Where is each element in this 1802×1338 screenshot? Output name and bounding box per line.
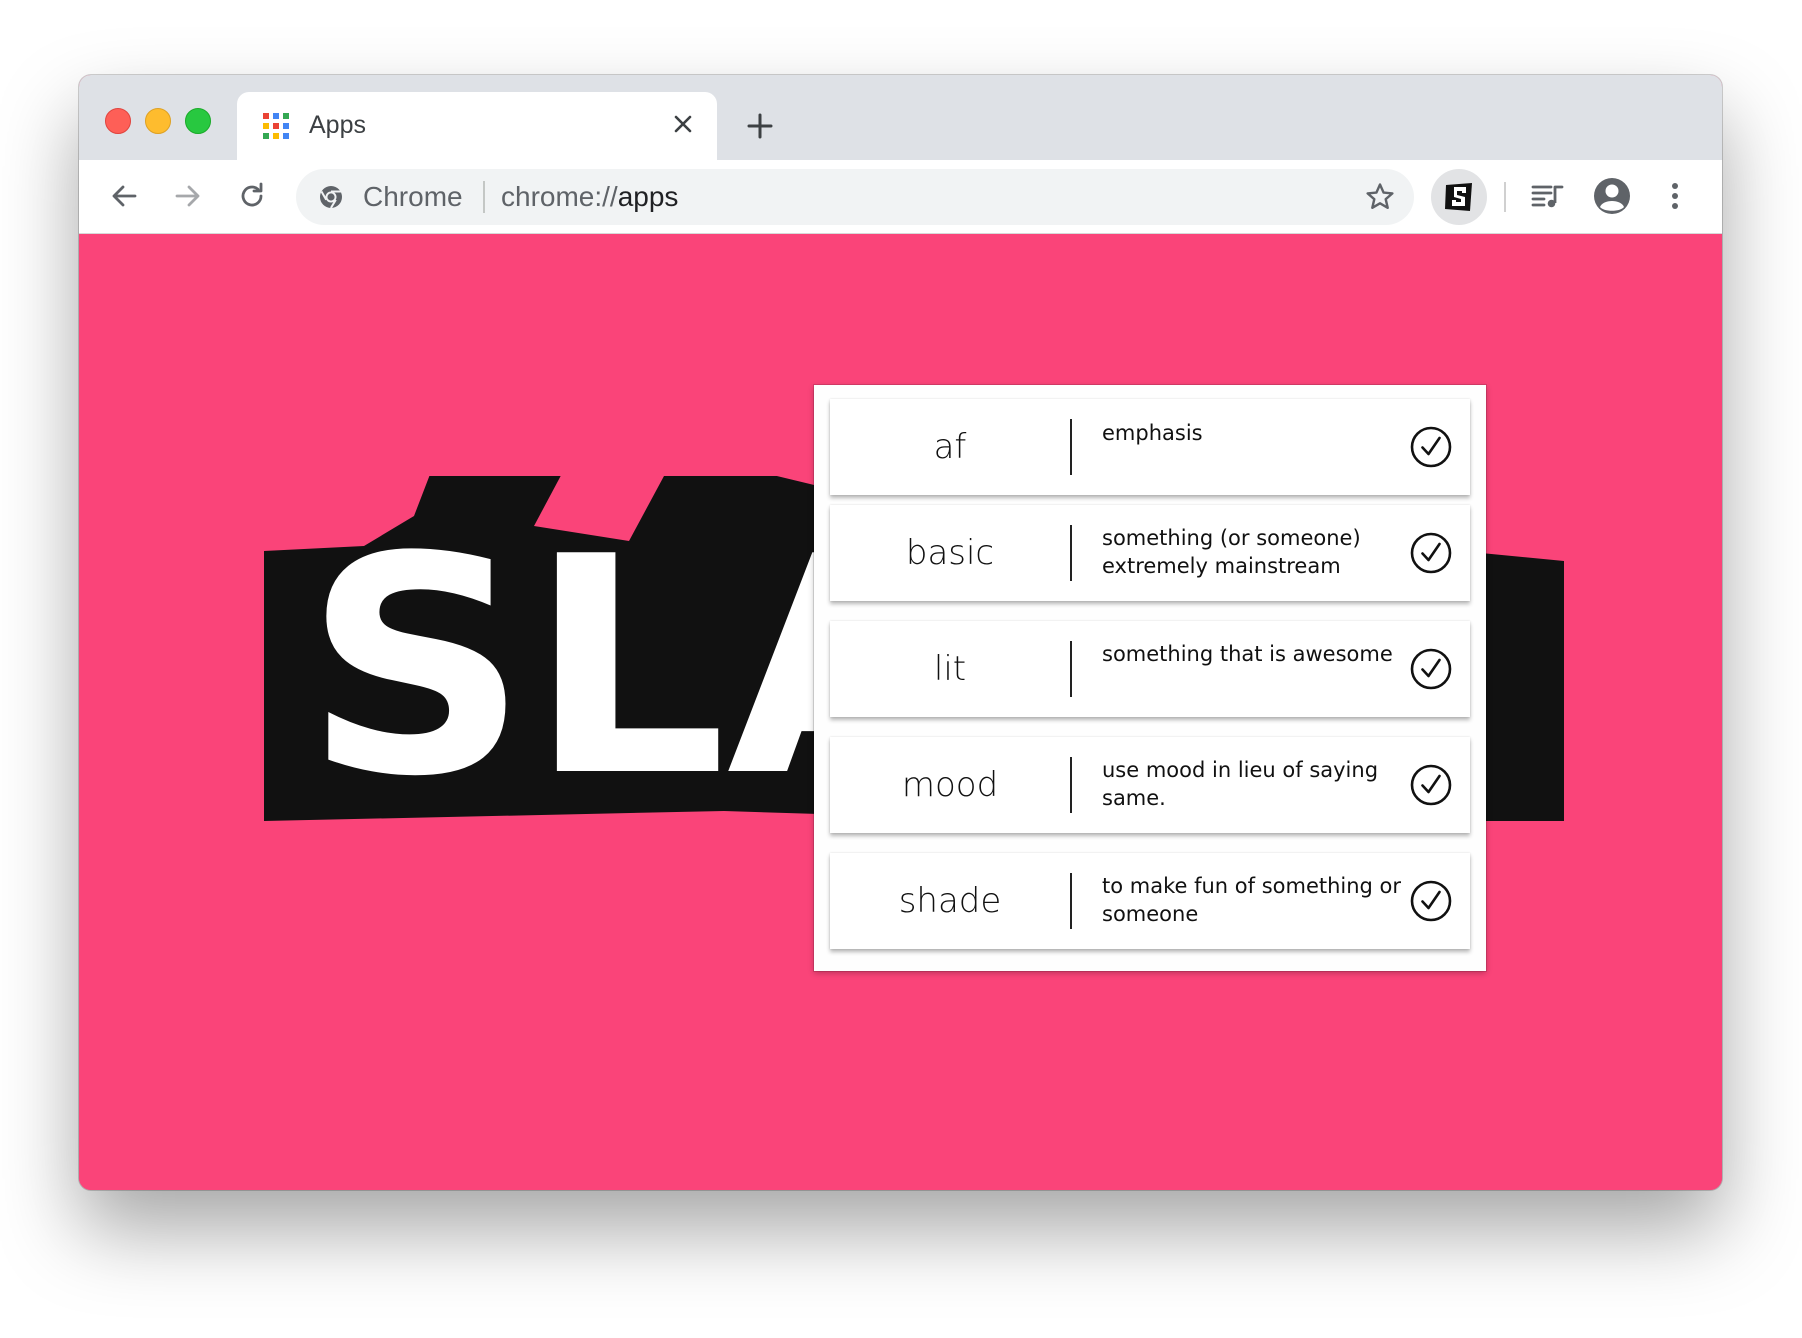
extension-popup: af emphasis basic something (or someone)… — [814, 385, 1486, 971]
new-tab-button[interactable] — [739, 105, 781, 147]
slang-definition: use mood in lieu of saying same. — [1102, 758, 1379, 810]
slang-definition: something (or someone) extremely mainstr… — [1102, 526, 1361, 578]
card-divider — [1070, 641, 1072, 697]
apps-grid-icon — [263, 113, 289, 139]
slang-extension-button[interactable] — [1431, 169, 1487, 225]
slang-word: basic — [905, 533, 995, 573]
favicon-dot — [263, 133, 269, 139]
check-circle-icon[interactable] — [1410, 764, 1452, 806]
minimize-window-button[interactable] — [145, 108, 171, 134]
toolbar-separator — [1504, 182, 1506, 212]
slang-card-lit[interactable]: lit something that is awesome — [830, 621, 1470, 717]
favicon-dot — [283, 133, 289, 139]
favicon-dot — [263, 113, 269, 119]
tab-apps[interactable]: Apps — [237, 92, 717, 160]
arrow-left-icon — [112, 185, 137, 207]
slang-word: shade — [898, 881, 1002, 921]
slang-word: mood — [901, 765, 999, 805]
media-controls-button[interactable] — [1524, 172, 1572, 220]
profile-button[interactable] — [1588, 172, 1636, 220]
forward-button[interactable] — [164, 172, 212, 220]
tab-title: Apps — [309, 111, 366, 139]
card-divider — [1070, 525, 1072, 581]
slang-card-shade[interactable]: shade to make fun of something or someon… — [830, 853, 1470, 949]
page-content: SLANG af emphasis basic something (or so… — [79, 234, 1722, 1190]
favicon-dot — [273, 133, 279, 139]
back-button[interactable] — [100, 172, 148, 220]
chrome-menu-button[interactable] — [1651, 172, 1699, 220]
favicon-dot — [273, 123, 279, 129]
reload-button[interactable] — [228, 172, 276, 220]
zoom-window-button[interactable] — [185, 108, 211, 134]
slang-definition: to make fun of something or someone — [1102, 874, 1402, 926]
star-icon[interactable] — [1364, 181, 1396, 213]
url-scheme: chrome:// — [501, 181, 618, 212]
slang-definition: emphasis — [1102, 421, 1203, 445]
toolbar: Chrome chrome://apps — [79, 160, 1722, 234]
plus-icon — [747, 113, 773, 139]
address-bar[interactable]: Chrome chrome://apps — [296, 169, 1414, 225]
card-divider — [1070, 873, 1072, 929]
slang-card-mood[interactable]: mood use mood in lieu of saying same. — [830, 737, 1470, 833]
title-bar: Apps — [79, 75, 1722, 160]
check-circle-icon[interactable] — [1410, 880, 1452, 922]
check-circle-icon[interactable] — [1410, 426, 1452, 468]
site-separator — [483, 181, 485, 213]
card-divider — [1070, 419, 1072, 475]
site-label: Chrome — [363, 181, 463, 212]
favicon-dot — [273, 113, 279, 119]
check-circle-icon[interactable] — [1410, 532, 1452, 574]
more-vert-icon — [1672, 183, 1678, 209]
card-divider — [1070, 757, 1072, 813]
reload-icon — [241, 182, 263, 207]
check-circle-icon[interactable] — [1410, 648, 1452, 690]
url-host: apps — [617, 181, 679, 212]
slang-card-af[interactable]: af emphasis — [830, 399, 1470, 495]
close-icon — [674, 115, 692, 133]
browser-window: Apps Chrome chrome://apps af emphasis ba… — [79, 75, 1722, 1190]
tab-close-button[interactable] — [665, 106, 701, 142]
slang-word: af — [933, 427, 967, 467]
chrome-icon — [320, 186, 342, 209]
close-window-button[interactable] — [105, 108, 131, 134]
queue-music-icon — [1531, 185, 1564, 208]
slang-word: lit — [933, 649, 967, 689]
url-text: chrome://apps — [501, 181, 678, 213]
slang-extension-icon — [1445, 183, 1472, 211]
favicon-dot — [263, 123, 269, 129]
slang-card-basic[interactable]: basic something (or someone) extremely m… — [830, 505, 1470, 601]
account-circle-icon — [1594, 178, 1630, 214]
slang-definition: something that is awesome — [1102, 642, 1393, 666]
favicon-dot — [283, 113, 289, 119]
arrow-right-icon — [175, 185, 200, 207]
favicon-dot — [283, 123, 289, 129]
